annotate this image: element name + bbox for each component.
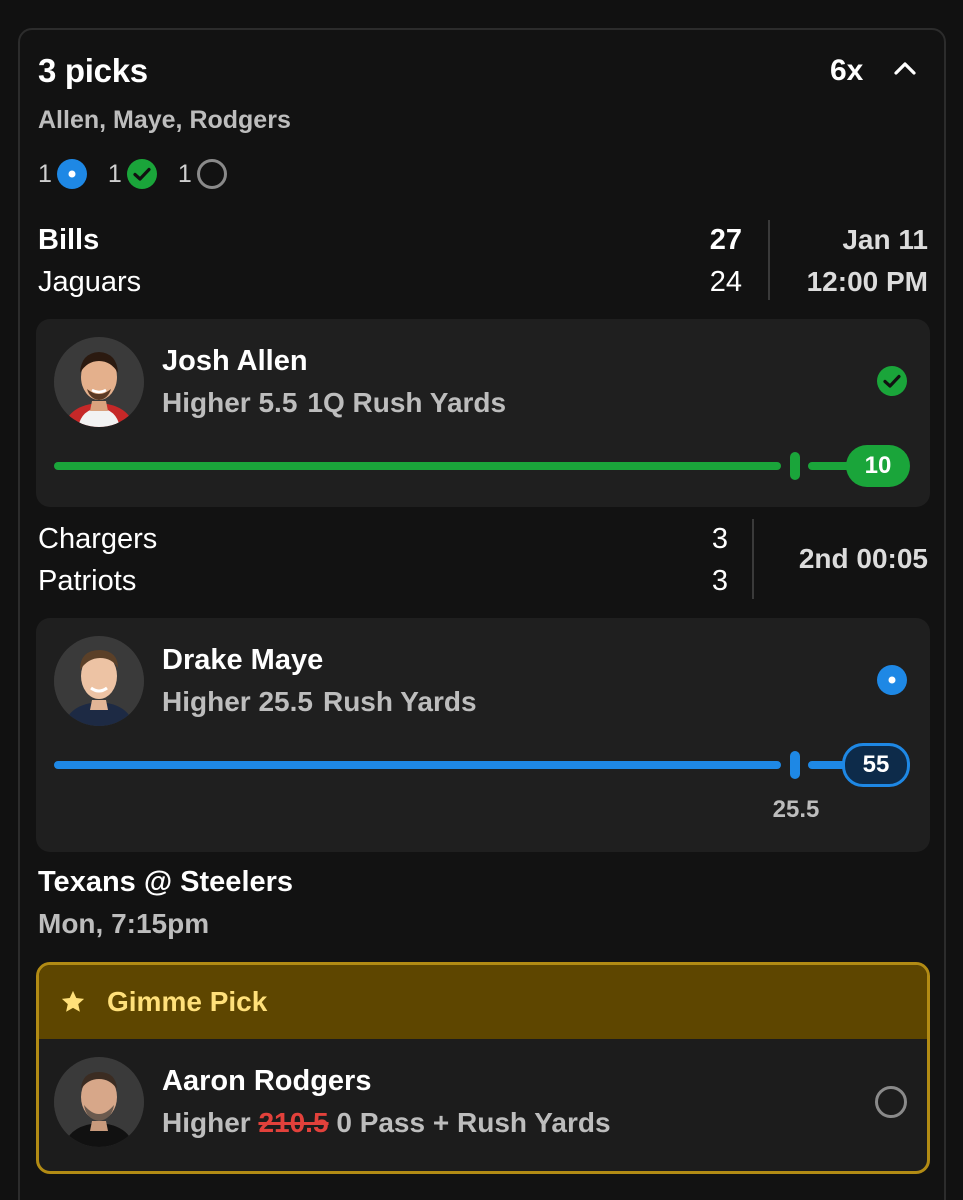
gimme-pick-card[interactable]: Gimme Pick Aaron Rodgers Higher 210.5 0 … — [36, 962, 930, 1174]
pick-card-drake-maye[interactable]: Drake Maye Higher 25.5 Rush Yards 55 25.5 — [36, 618, 930, 852]
game1-date: Jan 11 — [842, 224, 928, 255]
collapse-chevron-up-icon[interactable] — [892, 56, 918, 82]
avatar-josh-allen — [54, 337, 144, 427]
avatar-drake-maye — [54, 636, 144, 726]
star-icon — [59, 988, 87, 1016]
line-marker-josh-allen — [790, 452, 800, 480]
pick-line-value: 25.5 — [258, 686, 313, 717]
game1-divider — [768, 220, 770, 300]
game3-time: Mon, 7:15pm — [38, 908, 210, 939]
pick-stat: Pass + Rush Yards — [359, 1107, 611, 1138]
status-pending: 1 — [178, 158, 228, 190]
game1-team2: Jaguars — [38, 266, 142, 298]
game2-team2: Patriots — [38, 565, 137, 597]
current-value-pill-drake-maye: 55 — [842, 743, 910, 787]
gimme-pick-label: Gimme Pick — [107, 986, 268, 1017]
players-summary: Allen, Maye, Rodgers — [38, 106, 291, 134]
check-circle-icon — [876, 365, 908, 397]
pick-direction: Higher — [162, 387, 251, 418]
empty-circle-icon — [874, 1085, 908, 1119]
progress-track-drake-maye — [54, 761, 781, 769]
pick-stat: Rush Yards — [322, 686, 477, 717]
line-marker-label-drake-maye: 25.5 — [772, 796, 820, 823]
game2-score1: 3 — [711, 523, 728, 555]
game2-clock: 2nd 00:05 — [798, 543, 928, 574]
pick-line-value: 5.5 — [258, 387, 298, 418]
empty-circle-icon — [196, 158, 228, 190]
status-won: 1 — [108, 158, 158, 190]
player-name-drake-maye: Drake Maye — [162, 644, 324, 676]
picks-card: 3 picks 6x Allen, Maye, Rodgers 1 1 1 Bi… — [18, 28, 946, 1200]
gimme-pick-header: Gimme Pick — [39, 965, 927, 1039]
live-dot-icon — [876, 664, 908, 696]
pick-direction: Higher — [162, 686, 251, 717]
status-summary: 1 1 1 — [38, 158, 248, 190]
current-value-pill-josh-allen: 10 — [846, 445, 910, 487]
game2-team1: Chargers — [38, 523, 158, 555]
pick-stat: 1Q Rush Yards — [307, 387, 507, 418]
payout-multiplier: 6x — [830, 54, 864, 87]
status-live-count: 1 — [38, 159, 52, 188]
pick-card-josh-allen[interactable]: Josh Allen Higher 5.5 1Q Rush Yards 10 — [36, 319, 930, 507]
status-pending-count: 1 — [177, 159, 192, 188]
player-name-aaron-rodgers: Aaron Rodgers — [162, 1065, 372, 1097]
game2-divider — [752, 519, 754, 599]
pick-line-value: 0 — [336, 1107, 352, 1138]
pick-direction: Higher — [162, 1107, 251, 1138]
live-dot-icon — [56, 158, 88, 190]
game1-team1: Bills — [38, 224, 100, 256]
game1-score1: 27 — [709, 224, 742, 256]
pick-line-josh-allen: Higher 5.5 1Q Rush Yards — [162, 387, 506, 419]
game3-matchup: Texans @ Steelers — [38, 866, 294, 898]
game2-score2: 3 — [711, 565, 728, 597]
picks-title: 3 picks — [38, 52, 148, 89]
avatar-aaron-rodgers — [54, 1057, 144, 1147]
pick-line-aaron-rodgers: Higher 210.5 0 Pass + Rush Yards — [162, 1107, 611, 1139]
player-name-josh-allen: Josh Allen — [162, 345, 308, 377]
check-circle-icon — [126, 158, 158, 190]
game1-score2: 24 — [709, 266, 742, 298]
pick-line-drake-maye: Higher 25.5 Rush Yards — [162, 686, 477, 718]
status-won-count: 1 — [107, 159, 122, 188]
progress-track-josh-allen — [54, 462, 781, 470]
line-marker-drake-maye — [790, 751, 800, 779]
game1-time: 12:00 PM — [806, 266, 928, 297]
status-live: 1 — [38, 158, 88, 190]
original-line-strikethrough: 210.5 — [258, 1107, 329, 1138]
